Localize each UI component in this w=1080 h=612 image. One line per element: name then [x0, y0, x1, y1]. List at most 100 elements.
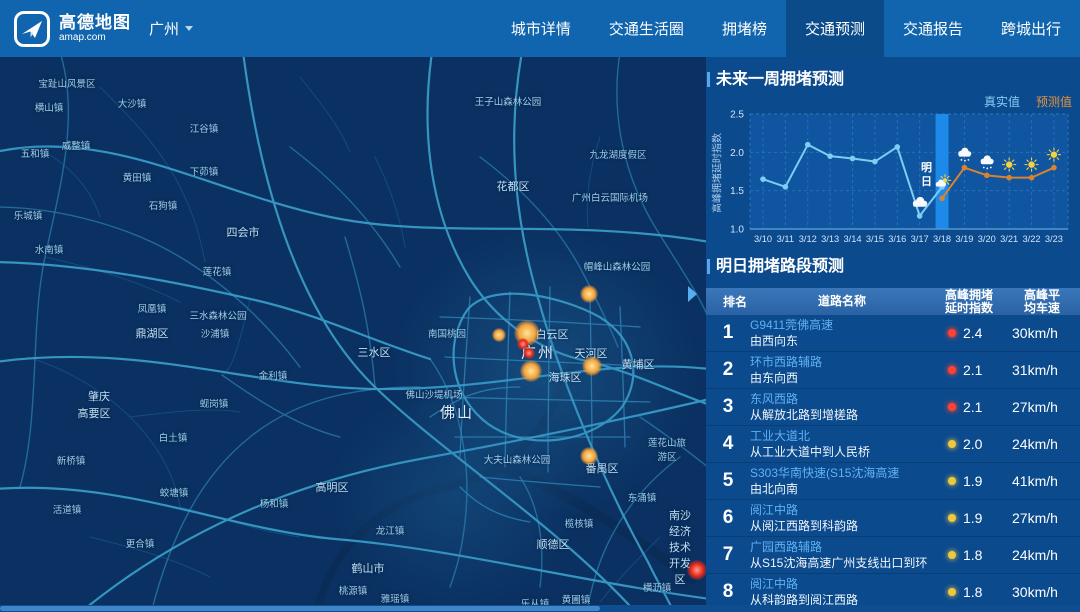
delay-index-cell: 1.9: [934, 510, 1004, 526]
svg-text:2.0: 2.0: [730, 148, 744, 159]
table-row[interactable]: 2环市西路辅路由东向西2.131km/h: [706, 352, 1080, 389]
road-name-link[interactable]: G9411莞佛高速: [750, 318, 934, 333]
legend-real-value[interactable]: 真实值: [984, 93, 1020, 110]
scrollbar-thumb[interactable]: [0, 606, 600, 611]
weekly-forecast-title: 未来一周拥堵预测: [706, 70, 844, 89]
nav-item-4[interactable]: 交通预测: [786, 0, 884, 57]
logo-subtitle: amap.com: [59, 32, 131, 43]
rank-number: 7: [706, 544, 750, 566]
svg-text:3/19: 3/19: [955, 234, 973, 244]
road-cell: 广园西路辅路从S15沈海高速广州支线出口到环: [750, 540, 934, 571]
amap-logo[interactable]: 高德地图 amap.com: [0, 11, 131, 47]
road-name-link[interactable]: 东风西路: [750, 392, 934, 407]
congestion-level-dot-icon: [948, 588, 956, 596]
road-direction: 由东向西: [750, 370, 934, 386]
delay-index-cell: 2.4: [934, 325, 1004, 341]
delay-index-value: 2.1: [963, 399, 982, 415]
nav-menu: 城市详情交通生活圈拥堵榜交通预测交通报告跨城出行: [492, 0, 1080, 57]
svg-text:3/11: 3/11: [777, 234, 794, 244]
traffic-map[interactable]: 宝趾山风景区横山镇大沙镇江谷镇威整镇五和镇下茆镇黄田镇石狗镇乐城镇水南镇四会市莲…: [0, 57, 706, 612]
paper-plane-icon: [14, 11, 50, 47]
delay-index-value: 1.8: [963, 547, 982, 563]
rank-number: 4: [706, 433, 750, 455]
delay-index-cell: 1.8: [934, 584, 1004, 600]
nav-item-2[interactable]: 交通生活圈: [590, 0, 703, 57]
delay-index-cell: 1.9: [934, 473, 1004, 489]
svg-text:3/15: 3/15: [866, 234, 884, 244]
avg-speed-value: 27km/h: [1004, 510, 1080, 526]
table-row[interactable]: 6阅江中路从阅江西路到科韵路 1.9 27km/h: [706, 500, 1080, 537]
logo-text: 高德地图 amap.com: [59, 14, 131, 43]
tomorrow-congestion-title: 明日拥堵路段预测: [706, 257, 844, 276]
svg-text:3/20: 3/20: [978, 234, 996, 244]
delay-index-cell: 1.8: [934, 547, 1004, 563]
chevron-down-icon: [185, 26, 193, 31]
congestion-marker[interactable]: [580, 285, 598, 303]
road-cell: 工业大道北从工业大道中到人民桥: [750, 429, 934, 460]
delay-index-value: 1.9: [963, 510, 982, 526]
delay-index-value: 2.0: [963, 436, 982, 452]
col-road-name: 道路名称: [750, 295, 934, 308]
horizontal-scrollbar[interactable]: [0, 605, 1080, 612]
nav-item-3[interactable]: 拥堵榜: [703, 0, 786, 57]
legend-predicted-value[interactable]: 预测值: [1036, 93, 1072, 110]
road-cell: 东风西路从解放北路到增槎路: [750, 392, 934, 423]
road-name-link[interactable]: 环市西路辅路: [750, 355, 934, 370]
svg-text:1.0: 1.0: [730, 225, 744, 236]
congestion-level-dot-icon: [948, 440, 956, 448]
road-cell: 阅江中路从阅江西路到科韵路: [750, 503, 934, 534]
delay-index-value: 2.1: [963, 362, 982, 378]
svg-text:3/10: 3/10: [754, 234, 772, 244]
nav-item-6[interactable]: 跨城出行: [982, 0, 1080, 57]
road-direction: 从解放北路到增槎路: [750, 407, 934, 423]
svg-text:2.5: 2.5: [730, 110, 744, 121]
nav-item-1[interactable]: 城市详情: [492, 0, 590, 57]
table-row[interactable]: 1G9411莞佛高速由西向东2.430km/h: [706, 315, 1080, 352]
congestion-level-dot-icon: [948, 329, 956, 337]
table-row[interactable]: 3东风西路从解放北路到增槎路2.127km/h: [706, 389, 1080, 426]
avg-speed-value: 30km/h: [1004, 584, 1080, 600]
road-cell: 阅江中路从科韵路到阅江西路: [750, 577, 934, 608]
table-row[interactable]: 5S303华南快速(S15沈海高速由北向南1.941km/h: [706, 463, 1080, 500]
road-name-link[interactable]: S303华南快速(S15沈海高速: [750, 466, 934, 481]
logo-title: 高德地图: [59, 14, 131, 32]
svg-text:3/18: 3/18: [933, 234, 951, 244]
rank-number: 8: [706, 581, 750, 603]
congestion-level-dot-icon: [948, 551, 956, 559]
road-name-link[interactable]: 工业大道北: [750, 429, 934, 444]
svg-text:3/23: 3/23: [1045, 234, 1063, 244]
rank-number: 5: [706, 470, 750, 492]
road-direction: 由西向东: [750, 333, 934, 349]
congestion-marker[interactable]: [582, 356, 602, 376]
delay-index-value: 1.8: [963, 584, 982, 600]
congestion-marker[interactable]: [523, 347, 535, 359]
table-row[interactable]: 4工业大道北从工业大道中到人民桥2.024km/h: [706, 426, 1080, 463]
road-name-link[interactable]: 阅江中路: [750, 577, 934, 592]
city-selector[interactable]: 广州: [149, 18, 193, 39]
road-direction: 从S15沈海高速广州支线出口到环: [750, 555, 934, 571]
road-name-link[interactable]: 阅江中路: [750, 503, 934, 518]
weekly-forecast-chart[interactable]: 明日3/103/113/123/133/143/153/163/173/183/…: [706, 109, 1080, 251]
congestion-table-body: 1G9411莞佛高速由西向东2.430km/h2环市西路辅路由东向西2.131k…: [706, 315, 1080, 611]
chart-legend: 真实值 预测值: [984, 93, 1072, 110]
delay-index-cell: 2.1: [934, 362, 1004, 378]
col-rank: 排名: [706, 293, 750, 310]
nav-item-5[interactable]: 交通报告: [884, 0, 982, 57]
congestion-marker[interactable]: [687, 560, 706, 580]
rank-number: 6: [706, 507, 750, 529]
delay-index-cell: 2.0: [934, 436, 1004, 452]
table-header: 排名 道路名称 高峰拥堵 延时指数 高峰平 均车速: [706, 288, 1080, 315]
road-name-link[interactable]: 广园西路辅路: [750, 540, 934, 555]
rank-number: 1: [706, 322, 750, 344]
road-cell: 环市西路辅路由东向西: [750, 355, 934, 386]
congestion-marker[interactable]: [492, 328, 506, 342]
table-row[interactable]: 7广园西路辅路从S15沈海高速广州支线出口到环1.824km/h: [706, 537, 1080, 574]
col-delay-index: 高峰拥堵 延时指数: [934, 289, 1004, 315]
congestion-marker[interactable]: [520, 360, 542, 382]
road-cell: G9411莞佛高速由西向东: [750, 318, 934, 349]
congestion-level-dot-icon: [948, 366, 956, 374]
congestion-marker[interactable]: [580, 447, 598, 465]
panel-collapse-arrow-icon[interactable]: [688, 286, 697, 302]
congestion-level-dot-icon: [948, 514, 956, 522]
delay-index-cell: 2.1: [934, 399, 1004, 415]
